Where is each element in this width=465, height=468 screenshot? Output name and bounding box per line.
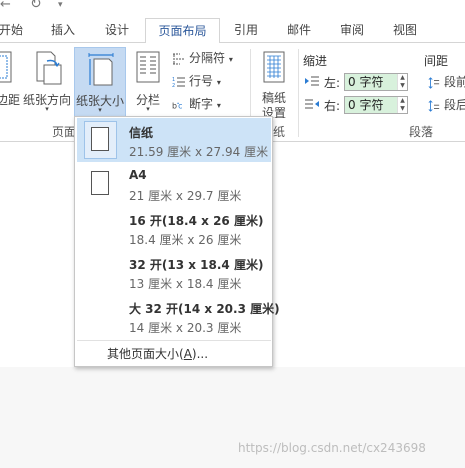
group-label-page: 页面	[52, 125, 77, 139]
spacing-before-label: 段前	[444, 75, 465, 89]
paper-size-title: A4	[129, 168, 147, 182]
tab-view[interactable]: 视图	[386, 18, 424, 43]
svg-text:b: b	[172, 101, 177, 110]
breaks-label: 分隔符	[189, 51, 226, 65]
paper-size-title: 16 开(18.4 x 26 厘米)	[129, 214, 264, 228]
paper-size-option[interactable]: 16 开(18.4 x 26 厘米) 18.4 厘米 x 26 厘米	[77, 206, 271, 250]
indent-right-icon	[305, 99, 319, 109]
paper-size-title: 信纸	[129, 126, 154, 140]
indent-left-spin-icon[interactable]: ▲ ▼	[397, 74, 407, 90]
paper-size-dropdown: 信纸 21.59 厘米 x 27.94 厘米 A4 21 厘米 x 29.7 厘…	[74, 116, 280, 367]
paper-size-button[interactable]: 纸张大小 ▾	[74, 47, 126, 120]
hyphenation-label: 断字	[189, 97, 214, 111]
paper-icon	[91, 171, 109, 195]
margins-label: 边距	[0, 93, 21, 107]
undo-icon[interactable]: ←	[0, 0, 11, 12]
more-paper-sizes-suffix: )...	[191, 347, 209, 361]
columns-icon	[136, 51, 160, 83]
tab-mailings[interactable]: 邮件	[280, 18, 318, 43]
indent-left-value: 0 字符	[348, 75, 384, 89]
line-numbers-caret-icon: ▾	[216, 78, 221, 87]
indent-left-label: 左:	[324, 76, 341, 90]
spacing-after-row[interactable]: 段后	[427, 95, 465, 115]
breaks-icon	[173, 53, 185, 64]
group-label-draft: 纸	[273, 125, 286, 139]
orientation-icon	[36, 51, 62, 85]
tab-insert[interactable]: 插入	[44, 18, 82, 43]
spacing-before-row[interactable]: 段前	[427, 72, 465, 92]
customize-qat-icon[interactable]: ▾	[58, 0, 63, 10]
orientation-caret-icon: ▾	[45, 105, 49, 113]
paper-size-icon	[88, 53, 114, 86]
indent-right-label: 右:	[324, 99, 341, 113]
ribbon-tabs: 开始 插入 设计 页面布局 引用 邮件 审阅 视图	[0, 18, 465, 44]
spacing-title: 间距	[424, 54, 449, 68]
line-numbers-button[interactable]: 1 2 行号 ▾	[172, 71, 221, 91]
paper-size-dimensions: 14 厘米 x 20.3 厘米	[129, 321, 242, 335]
paper-size-option[interactable]: 信纸 21.59 厘米 x 27.94 厘米	[77, 118, 271, 162]
hyphenation-icon: bc	[172, 101, 182, 110]
paper-size-dimensions: 18.4 厘米 x 26 厘米	[129, 233, 242, 247]
draft-paper-icon	[263, 51, 285, 83]
paper-size-option[interactable]: A4 21 厘米 x 29.7 厘米	[77, 162, 271, 206]
tab-review[interactable]: 审阅	[333, 18, 371, 43]
paper-size-option[interactable]: 大 32 开(14 x 20.3 厘米) 14 厘米 x 20.3 厘米	[77, 294, 280, 338]
paper-size-title: 大 32 开(14 x 20.3 厘米)	[129, 302, 280, 316]
breaks-caret-icon: ▾	[228, 55, 233, 64]
breaks-button[interactable]: 分隔符 ▾	[172, 48, 233, 68]
indent-right-spin-icon[interactable]: ▲ ▼	[397, 97, 407, 113]
hyphenation-caret-icon: ▾	[216, 101, 221, 110]
columns-button[interactable]: 分栏 ▾	[130, 47, 166, 119]
draft-paper-button[interactable]: 稿纸 设置	[255, 47, 293, 120]
line-numbers-label: 行号	[189, 74, 214, 88]
watermark: https://blog.csdn.net/cx243698	[238, 441, 426, 455]
paper-size-dimensions: 21 厘米 x 29.7 厘米	[129, 189, 242, 203]
spacing-after-icon	[428, 99, 440, 112]
paper-size-title: 32 开(13 x 18.4 厘米)	[129, 258, 264, 272]
indent-right-input[interactable]: 0 字符 ▲ ▼	[344, 96, 408, 114]
dropdown-separator	[77, 340, 271, 341]
more-paper-sizes-item[interactable]: 其他页面大小(A)...	[107, 345, 208, 362]
paper-icon	[91, 127, 109, 151]
group-label-paragraph: 段落	[409, 125, 434, 139]
margins-button[interactable]: 边距	[0, 47, 20, 119]
tab-home[interactable]: 开始	[0, 18, 24, 43]
indent-title: 缩进	[303, 54, 328, 68]
quick-access-toolbar: ← ↻ ▾	[0, 0, 465, 18]
paper-size-dimensions: 21.59 厘米 x 27.94 厘米	[129, 145, 269, 159]
tab-page-layout[interactable]: 页面布局	[145, 18, 220, 44]
svg-text:2: 2	[172, 83, 175, 88]
spacing-before-icon	[428, 76, 440, 89]
margins-icon	[0, 51, 12, 83]
paper-size-dimensions: 13 厘米 x 18.4 厘米	[129, 277, 242, 291]
columns-caret-icon: ▾	[146, 105, 150, 113]
indent-left-input[interactable]: 0 字符 ▲ ▼	[344, 73, 408, 91]
group-separator	[298, 49, 299, 137]
tab-design[interactable]: 设计	[98, 18, 136, 43]
spacing-after-label: 段后	[444, 98, 465, 112]
paper-size-caret-icon: ▾	[98, 106, 102, 114]
more-paper-sizes-prefix: 其他页面大小(	[107, 347, 184, 361]
tab-references[interactable]: 引用	[227, 18, 265, 43]
indent-right-value: 0 字符	[348, 98, 384, 112]
indent-left-icon	[305, 76, 319, 86]
redo-icon[interactable]: ↻	[30, 0, 42, 12]
orientation-button[interactable]: 纸张方向 ▾	[21, 47, 73, 119]
paper-size-option[interactable]: 32 开(13 x 18.4 厘米) 13 厘米 x 18.4 厘米	[77, 250, 271, 294]
line-numbers-icon: 12	[172, 77, 185, 88]
hyphenation-button[interactable]: b c 断字 ▾	[172, 94, 221, 114]
more-paper-sizes-accesskey: A	[183, 347, 192, 361]
